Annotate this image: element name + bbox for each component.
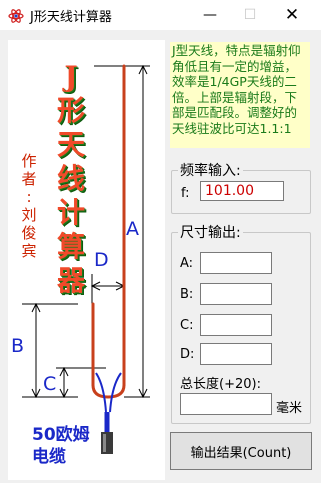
frequency-group-title: 频率输入: — [180, 163, 241, 179]
dim-b-field-label: B: — [180, 287, 194, 302]
dim-a-output[interactable] — [200, 252, 272, 274]
description-text: J型天线，特点是辐射仰角低且有一定的增益，效率是1/4GP天线的二倍。上部是辐射… — [170, 42, 310, 148]
author-credit: 作 者 : 刘 俊 宾 — [21, 152, 37, 260]
calculate-button[interactable]: 输出结果(Count) — [170, 432, 312, 470]
dim-a-field-label: A: — [180, 256, 194, 271]
dimension-group-title: 尺寸输出: — [180, 225, 241, 241]
minimize-button[interactable]: — — [190, 0, 230, 30]
feed-line — [95, 372, 122, 432]
antenna-element — [91, 64, 126, 399]
close-button[interactable]: ✕ — [272, 0, 312, 30]
frequency-label: f: — [181, 186, 190, 201]
antenna-diagram: J 形 天 线 计 算 器 作 者 : 刘 俊 宾 A B C D 50欧姆 电… — [8, 40, 165, 480]
feed-wire-left — [95, 372, 107, 413]
cable-caption: 50欧姆 电缆 — [32, 425, 90, 467]
title-bar[interactable]: J形天线计算器 — ☐ ✕ — [0, 0, 321, 30]
dimension-d-label: D — [94, 249, 109, 271]
dimension-b-label: B — [11, 335, 25, 357]
atom-icon — [8, 9, 24, 23]
unit-label: 毫米 — [276, 401, 303, 416]
dimension-c-label: C — [43, 373, 57, 395]
coax-connector — [101, 432, 113, 454]
dimension-a-label: A — [126, 218, 139, 240]
feed-wire-right — [109, 372, 122, 413]
dim-d-field-label: D: — [180, 347, 195, 362]
total-length-output[interactable] — [180, 393, 272, 415]
dim-c-field-label: C: — [180, 318, 194, 333]
total-length-label: 总长度(+20): — [180, 377, 261, 392]
stub-bottom-bend — [91, 383, 126, 399]
frequency-input[interactable] — [200, 181, 284, 201]
window-title: J形天线计算器 — [30, 10, 112, 25]
diagram-title: J 形 天 线 计 算 器 — [56, 60, 85, 297]
dim-c-output[interactable] — [200, 314, 272, 336]
dim-d-output[interactable] — [200, 343, 272, 365]
maximize-button: ☐ — [243, 7, 257, 23]
dim-b-output[interactable] — [200, 283, 272, 305]
